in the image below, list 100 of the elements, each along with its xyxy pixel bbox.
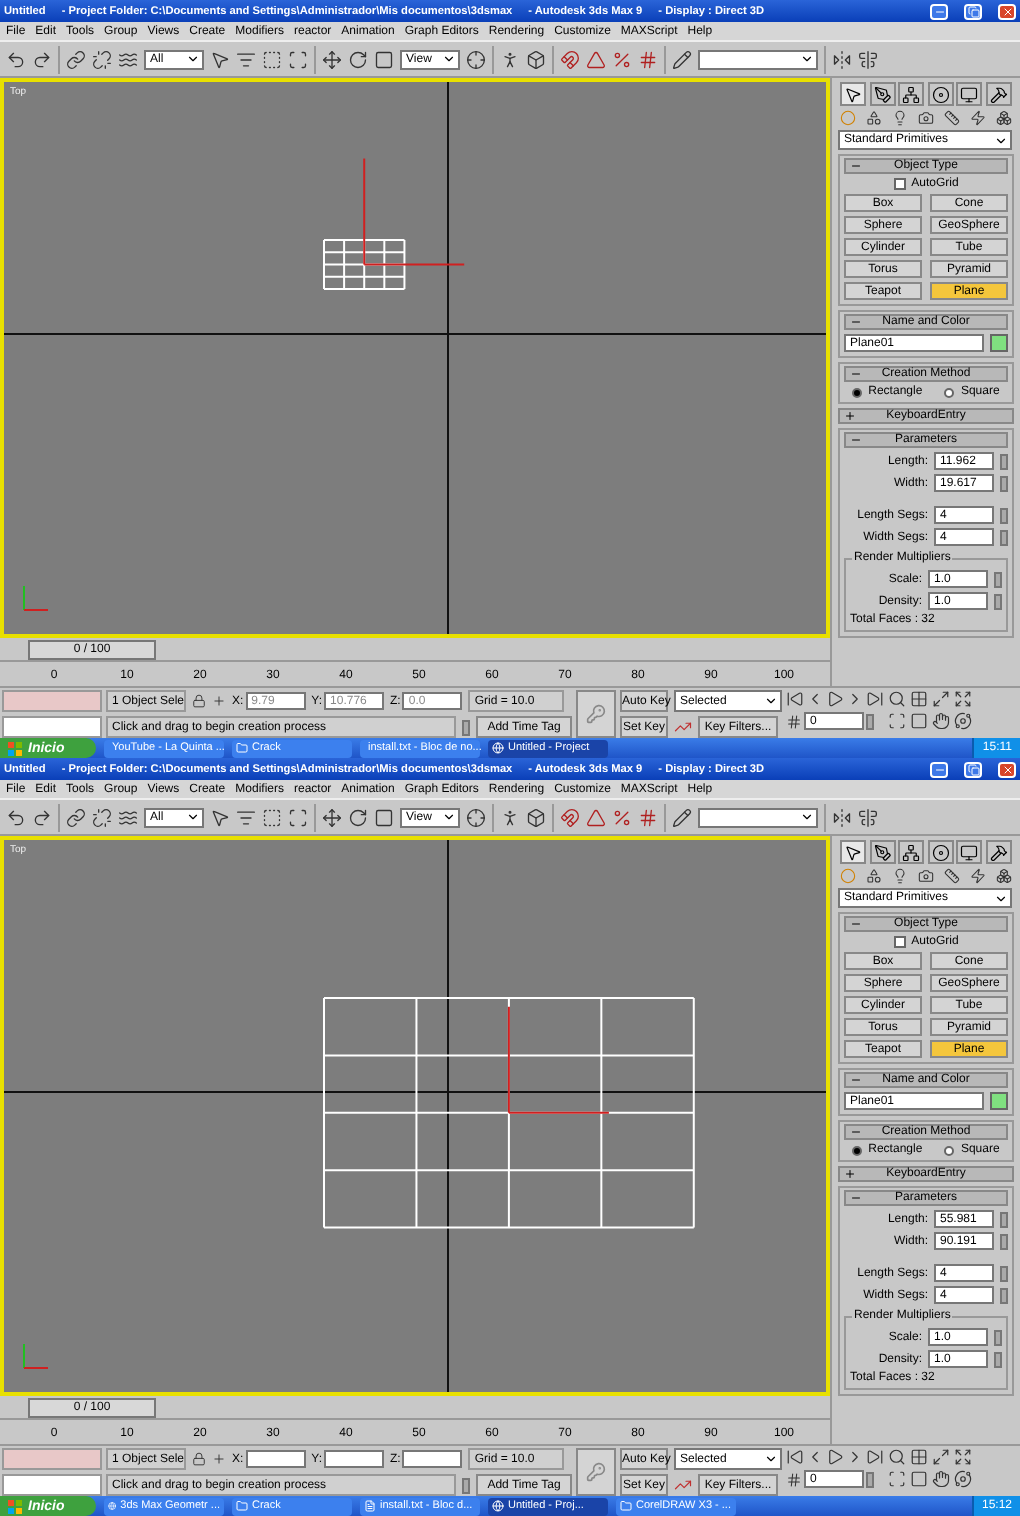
- expand-icon[interactable]: [954, 1448, 972, 1466]
- percent-snap-icon[interactable]: [612, 807, 632, 827]
- lock-icon[interactable]: [192, 694, 206, 708]
- skip-forward-icon[interactable]: [866, 1448, 884, 1466]
- collapse-icon[interactable]: [850, 918, 862, 930]
- color-swatch[interactable]: [990, 1092, 1008, 1110]
- grid-icon[interactable]: [910, 1448, 928, 1466]
- maximize-icon[interactable]: [932, 1448, 950, 1466]
- percent-snap-icon[interactable]: [612, 49, 632, 69]
- caret-icon[interactable]: [994, 891, 1008, 905]
- angle-snap-icon[interactable]: [586, 49, 606, 69]
- align-icon[interactable]: [858, 807, 878, 827]
- cube-icon[interactable]: [526, 49, 546, 69]
- script-output-field[interactable]: [2, 716, 102, 738]
- caret-icon[interactable]: [764, 1452, 778, 1466]
- collapse-icon[interactable]: [850, 1192, 862, 1204]
- pen-icon[interactable]: [869, 82, 896, 106]
- shapes-icon[interactable]: [866, 868, 882, 884]
- collapse-icon[interactable]: [850, 434, 862, 446]
- autogrid-checkbox[interactable]: [893, 178, 906, 190]
- expand-icon[interactable]: [844, 410, 856, 422]
- skip-back-icon[interactable]: [786, 1448, 804, 1466]
- rotate-icon[interactable]: [348, 807, 368, 827]
- hierarchy-icon[interactable]: [898, 82, 925, 106]
- spinner-icon[interactable]: [866, 1471, 874, 1487]
- spinner-icon[interactable]: [462, 719, 470, 735]
- maximize-icon[interactable]: [932, 690, 950, 708]
- coord-field[interactable]: [402, 1450, 463, 1468]
- named-selection-dropdown[interactable]: [698, 49, 818, 69]
- wave-icon[interactable]: [118, 49, 138, 69]
- caret-icon[interactable]: [994, 133, 1008, 147]
- link-icon[interactable]: [66, 49, 86, 69]
- redo-icon[interactable]: [32, 807, 52, 827]
- spinner-icon[interactable]: [866, 713, 874, 729]
- spinner-snap-icon[interactable]: [638, 807, 658, 827]
- plane-wireframe[interactable]: [323, 997, 695, 1229]
- expand-icon[interactable]: [954, 690, 972, 708]
- grid-icon[interactable]: [910, 690, 928, 708]
- list-icon[interactable]: [236, 807, 256, 827]
- rotate-icon[interactable]: [348, 49, 368, 69]
- search-icon[interactable]: [888, 1448, 906, 1466]
- mirror-icon[interactable]: [832, 49, 852, 69]
- pointer-icon[interactable]: [840, 840, 866, 864]
- radio-button[interactable]: [944, 1145, 955, 1155]
- caret-icon[interactable]: [442, 810, 456, 824]
- next-icon[interactable]: [846, 1448, 864, 1466]
- wave-icon[interactable]: [118, 807, 138, 827]
- hammer-icon[interactable]: [985, 840, 1012, 864]
- transform-gizmo[interactable]: [363, 157, 466, 266]
- lock-icon[interactable]: [192, 1452, 206, 1466]
- monitor-icon[interactable]: [956, 82, 983, 106]
- coord-field[interactable]: [245, 1450, 306, 1468]
- autogrid-checkbox[interactable]: [893, 936, 906, 948]
- previous-icon[interactable]: [806, 690, 824, 708]
- pointer-icon[interactable]: [210, 807, 230, 827]
- hierarchy-icon[interactable]: [898, 840, 925, 864]
- ruler-icon[interactable]: [944, 110, 960, 126]
- light-icon[interactable]: [892, 868, 908, 884]
- color-swatch[interactable]: [990, 334, 1008, 352]
- angle-snap-icon[interactable]: [586, 807, 606, 827]
- light-icon[interactable]: [892, 110, 908, 126]
- spinner-snap-icon[interactable]: [638, 49, 658, 69]
- boxes-icon[interactable]: [996, 868, 1012, 884]
- move-icon[interactable]: [322, 49, 342, 69]
- zap-icon[interactable]: [970, 868, 986, 884]
- snap-icon[interactable]: [560, 807, 580, 827]
- hand-icon[interactable]: [932, 1470, 950, 1488]
- caret-icon[interactable]: [442, 52, 456, 66]
- window-crossing-icon[interactable]: [288, 807, 308, 827]
- rectangle-selection-icon[interactable]: [262, 807, 282, 827]
- disc-icon[interactable]: [927, 82, 954, 106]
- previous-icon[interactable]: [806, 1448, 824, 1466]
- mirror-icon[interactable]: [832, 807, 852, 827]
- plane-wireframe[interactable]: [323, 239, 406, 291]
- monitor-icon[interactable]: [956, 840, 983, 864]
- orbit-icon[interactable]: [954, 712, 972, 730]
- pen-icon[interactable]: [869, 840, 896, 864]
- collapse-icon[interactable]: [850, 1074, 862, 1086]
- collapse-icon[interactable]: [850, 316, 862, 328]
- hand-icon[interactable]: [932, 712, 950, 730]
- move-icon[interactable]: [322, 807, 342, 827]
- pivot-icon[interactable]: [466, 807, 486, 827]
- script-listener-field[interactable]: [2, 1448, 102, 1470]
- boxes-icon[interactable]: [996, 110, 1012, 126]
- caret-icon[interactable]: [764, 694, 778, 708]
- link-icon[interactable]: [66, 807, 86, 827]
- redo-icon[interactable]: [32, 49, 52, 69]
- scan-icon[interactable]: [888, 1470, 906, 1488]
- square-icon[interactable]: [910, 712, 928, 730]
- unlink-icon[interactable]: [92, 49, 112, 69]
- disc-icon[interactable]: [927, 840, 954, 864]
- camera-icon[interactable]: [918, 110, 934, 126]
- frame-icon[interactable]: [786, 1471, 802, 1487]
- unlink-icon[interactable]: [92, 807, 112, 827]
- scale-icon[interactable]: [374, 807, 394, 827]
- collapse-icon[interactable]: [850, 1126, 862, 1138]
- figure-icon[interactable]: [500, 807, 520, 827]
- undo-icon[interactable]: [6, 49, 26, 69]
- shapes-icon[interactable]: [866, 110, 882, 126]
- scale-icon[interactable]: [374, 49, 394, 69]
